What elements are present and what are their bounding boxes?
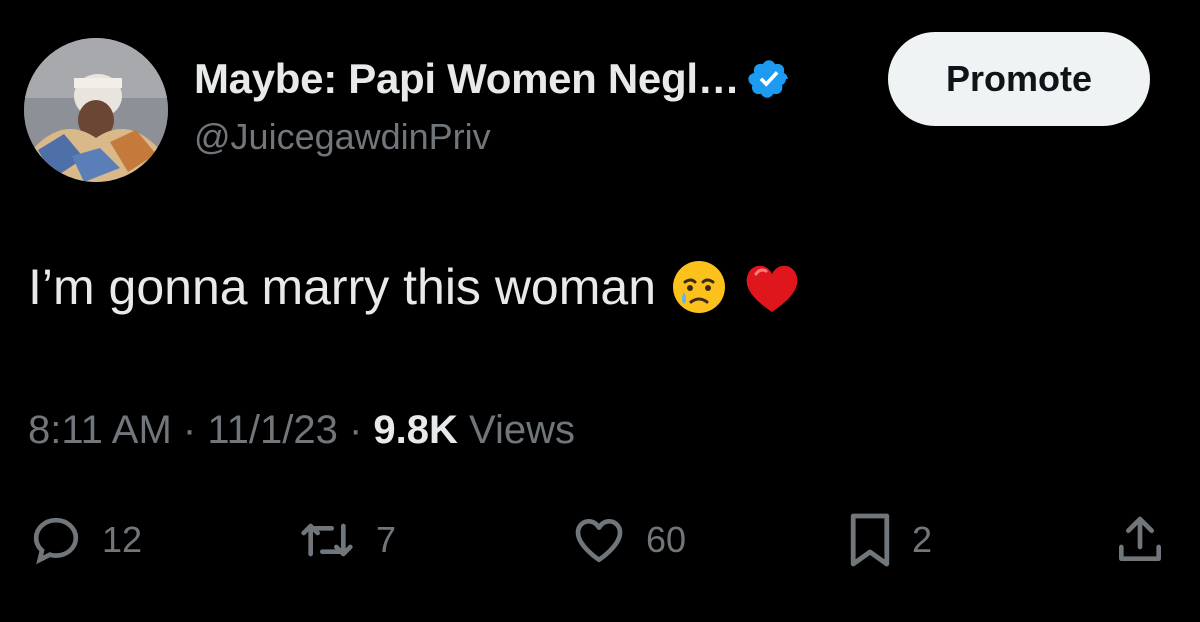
- tweet-text: I’m gonna marry this woman: [28, 258, 802, 316]
- crying-face-emoji: [673, 261, 726, 313]
- display-name[interactable]: Maybe: Papi Women Negl…: [194, 55, 740, 103]
- views-count[interactable]: 9.8K: [373, 408, 458, 452]
- bookmark-button[interactable]: 2: [846, 510, 932, 570]
- tweet-date[interactable]: 11/1/23: [207, 408, 338, 452]
- like-button[interactable]: 60: [570, 510, 686, 570]
- reply-count: 12: [102, 519, 143, 560]
- like-count: 60: [646, 519, 687, 560]
- reply-button[interactable]: 12: [28, 510, 142, 570]
- tweet-meta: 8:11 AM · 11/1/23 · 9.8K Views: [28, 408, 575, 453]
- promote-button[interactable]: Promote: [888, 32, 1150, 126]
- avatar-image: [24, 38, 168, 182]
- red-heart-emoji: [746, 265, 798, 312]
- verified-badge-icon: [748, 60, 789, 98]
- author-name-row[interactable]: Maybe: Papi Women Negl…: [194, 52, 791, 106]
- meta-separator: ·: [337, 408, 374, 452]
- reply-icon: [33, 517, 79, 565]
- views-label[interactable]: Views: [469, 408, 575, 452]
- meta-separator: ·: [171, 408, 208, 452]
- retweet-icon: [301, 523, 353, 557]
- share-button[interactable]: [1112, 510, 1168, 570]
- retweet-count: 7: [376, 519, 397, 560]
- bookmark-icon: [850, 513, 890, 567]
- retweet-button[interactable]: 7: [296, 510, 396, 570]
- heart-icon: [575, 519, 623, 563]
- tweet-time[interactable]: 8:11 AM: [28, 408, 172, 452]
- user-handle[interactable]: @JuicegawdinPriv: [194, 116, 491, 158]
- share-icon: [1119, 516, 1161, 561]
- bookmark-count: 2: [912, 519, 933, 560]
- avatar[interactable]: [24, 38, 168, 182]
- tweet-body: I’m gonna marry this woman: [28, 259, 657, 315]
- tweet-actions-bar: 12 7 60 2: [0, 500, 1200, 580]
